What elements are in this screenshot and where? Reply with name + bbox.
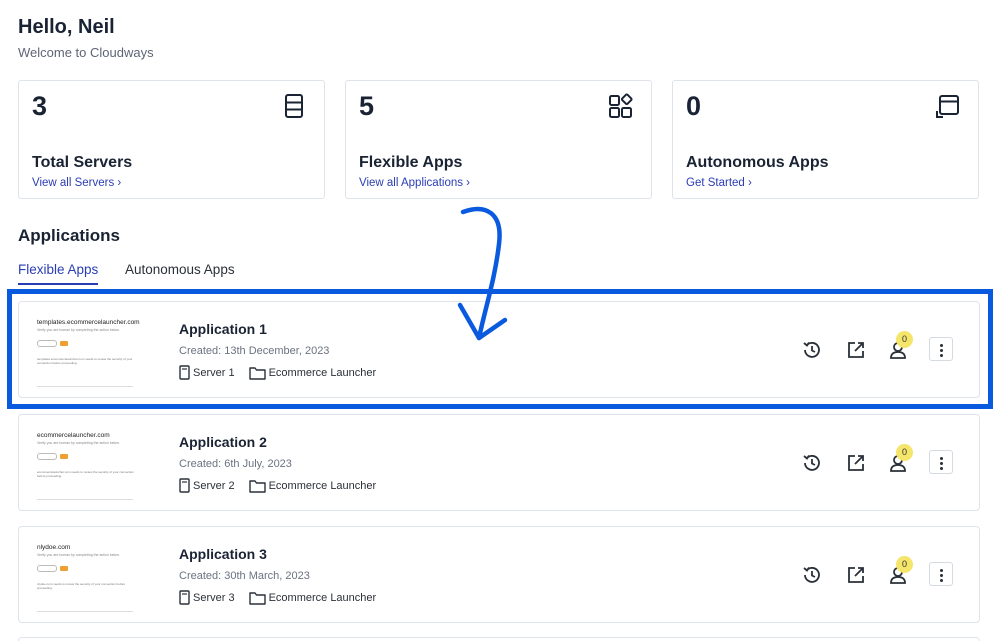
application-card[interactable]: ecommercelauncher.com Verify you are hum… [18, 414, 980, 511]
application-card[interactable]: templates.ecommercelauncher.com Verify y… [18, 301, 980, 398]
thumb-footer [37, 386, 133, 390]
server-icon [179, 478, 190, 493]
app-server[interactable]: Server 3 [193, 592, 235, 604]
app-thumbnail: templates.ecommercelauncher.com Verify y… [29, 310, 141, 396]
stat-label: Total Servers [32, 154, 133, 171]
thumb-footer [37, 499, 133, 503]
history-icon[interactable] [801, 452, 823, 474]
stat-card-servers: 3 Total Servers View all Servers › [18, 80, 325, 199]
greeting: Hello, Neil Welcome to Cloudways [18, 16, 154, 60]
application-card[interactable]: nlydoe.com Verify you are human by compl… [18, 526, 980, 623]
app-thumbnail: ecommercelauncher.com Verify you are hum… [29, 423, 141, 509]
app-server[interactable]: Server 2 [193, 480, 235, 492]
more-options-button[interactable] [929, 562, 953, 586]
app-name[interactable]: Application 1 [179, 321, 267, 337]
thumb-logo [60, 566, 68, 571]
greeting-subtitle: Welcome to Cloudways [18, 45, 154, 60]
application-card-partial [18, 637, 980, 641]
applications-title: Applications [18, 226, 121, 245]
thumb-subtitle: Verify you are human by completing the a… [37, 553, 120, 557]
collaborators-badge: 0 [896, 331, 913, 348]
thumb-subtitle: Verify you are human by completing the a… [37, 328, 120, 332]
stat-card-autonomous-apps: 0 Autonomous Apps Get Started › [672, 80, 979, 199]
external-link-icon[interactable] [845, 339, 867, 361]
app-name[interactable]: Application 3 [179, 546, 267, 562]
thumb-url: ecommercelauncher.com [37, 432, 110, 439]
app-created: Created: 13th December, 2023 [179, 345, 330, 357]
history-icon[interactable] [801, 564, 823, 586]
stat-label: Autonomous Apps [686, 154, 829, 171]
app-meta: Server 1 Ecommerce Launcher [179, 365, 376, 380]
tab-autonomous-apps[interactable]: Autonomous Apps [125, 262, 235, 283]
thumb-checkbox [37, 340, 57, 347]
view-all-servers-link[interactable]: View all Servers › [32, 177, 121, 189]
get-started-link[interactable]: Get Started › [686, 177, 752, 189]
stat-card-flexible-apps: 5 Flexible Apps View all Applications › [345, 80, 652, 199]
thumb-footer [37, 611, 133, 615]
window-expand-icon [936, 95, 959, 118]
more-options-button[interactable] [929, 337, 953, 361]
app-project[interactable]: Ecommerce Launcher [269, 480, 377, 492]
stat-label: Flexible Apps [359, 154, 463, 171]
folder-icon [248, 366, 266, 380]
thumb-subtitle: Verify you are human by completing the a… [37, 441, 120, 445]
collaborators-badge: 0 [896, 556, 913, 573]
apps-grid-icon [609, 93, 633, 118]
stat-value: 3 [32, 91, 48, 121]
thumb-text: nlydoe.com needs to review the security … [37, 582, 126, 590]
server-icon [285, 94, 303, 118]
folder-icon [248, 591, 266, 605]
app-project[interactable]: Ecommerce Launcher [269, 367, 377, 379]
external-link-icon[interactable] [845, 564, 867, 586]
collaborators-badge: 0 [896, 444, 913, 461]
app-meta: Server 3 Ecommerce Launcher [179, 590, 376, 605]
thumb-url: nlydoe.com [37, 544, 71, 551]
thumb-checkbox [37, 565, 57, 572]
app-created: Created: 30th March, 2023 [179, 570, 310, 582]
thumb-text: templates.ecommercelauncher.com needs to… [37, 357, 133, 365]
app-meta: Server 2 Ecommerce Launcher [179, 478, 376, 493]
app-name[interactable]: Application 2 [179, 434, 267, 450]
stat-value: 0 [686, 91, 702, 121]
tab-flexible-apps[interactable]: Flexible Apps [18, 262, 99, 285]
app-thumbnail: nlydoe.com Verify you are human by compl… [29, 535, 141, 621]
thumb-logo [60, 341, 68, 346]
external-link-icon[interactable] [845, 452, 867, 474]
view-all-applications-link[interactable]: View all Applications › [359, 177, 470, 189]
history-icon[interactable] [801, 339, 823, 361]
app-project[interactable]: Ecommerce Launcher [269, 592, 377, 604]
thumb-text: ecommercelauncher.com needs to review th… [37, 470, 134, 478]
server-icon [179, 590, 190, 605]
server-icon [179, 365, 190, 380]
app-created: Created: 6th July, 2023 [179, 458, 292, 470]
app-server[interactable]: Server 1 [193, 367, 235, 379]
thumb-logo [60, 454, 68, 459]
thumb-checkbox [37, 453, 57, 460]
more-options-button[interactable] [929, 450, 953, 474]
greeting-title: Hello, Neil [18, 16, 115, 38]
stat-value: 5 [359, 91, 375, 121]
folder-icon [248, 479, 266, 493]
thumb-url: templates.ecommercelauncher.com [37, 319, 140, 326]
